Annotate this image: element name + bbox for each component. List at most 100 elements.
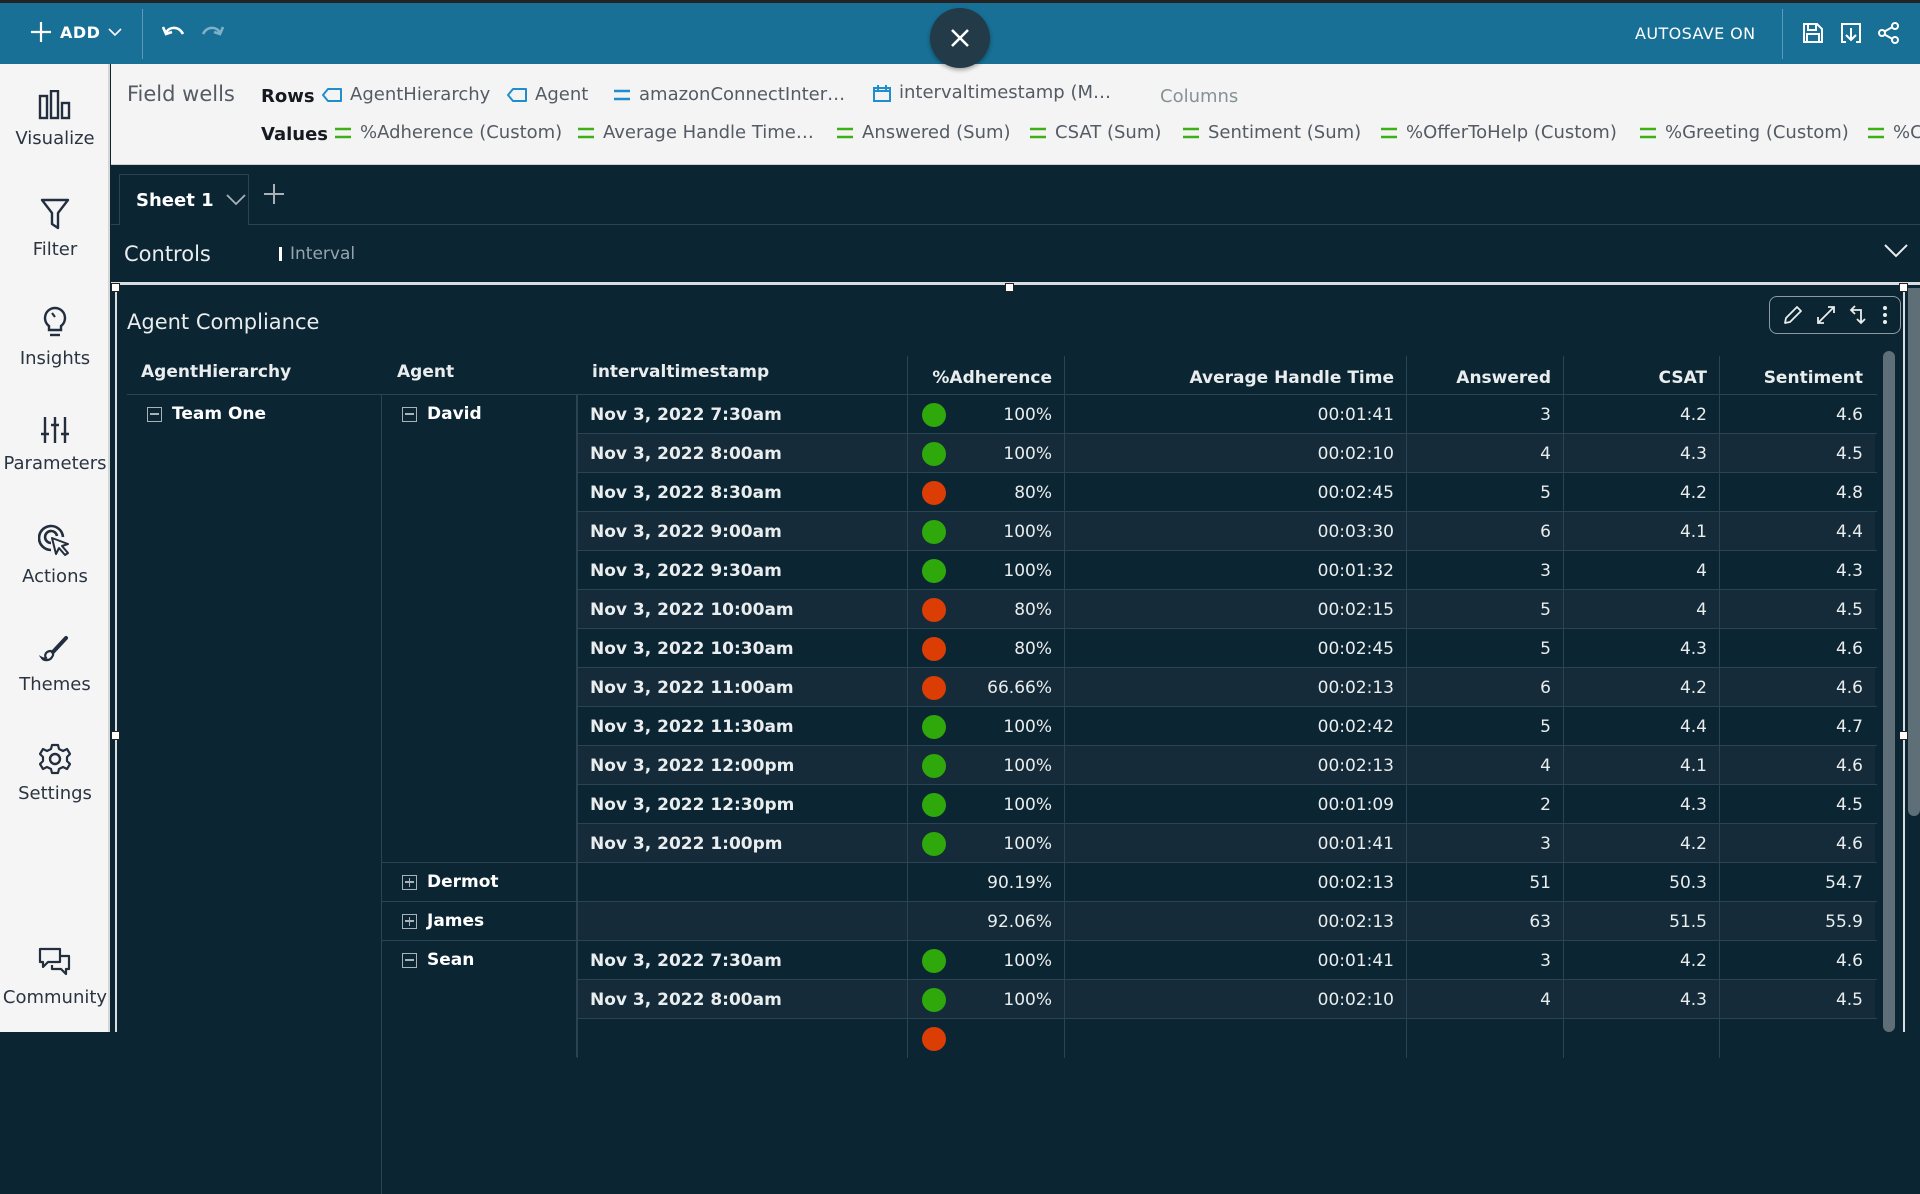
values-chip[interactable]: %Greeting (Custom) <box>1639 122 1849 143</box>
collapse-icon[interactable] <box>402 407 417 422</box>
answered-cell: 6 <box>1406 668 1563 707</box>
header-intervaltimestamp[interactable]: intervaltimestamp <box>592 362 769 382</box>
values-chip[interactable]: %Adherence (Custom) <box>334 122 562 143</box>
sidebar-item-community[interactable]: Community <box>0 947 110 1008</box>
collapse-icon[interactable] <box>402 953 417 968</box>
header-sentiment[interactable]: Sentiment <box>1719 356 1875 394</box>
header-aht[interactable]: Average Handle Time <box>1064 356 1406 394</box>
collapse-controls-button[interactable] <box>1884 243 1908 262</box>
timestamp-cell-text: Nov 3, 2022 12:30pm <box>590 795 794 815</box>
timestamp-cell: Nov 3, 2022 1:00pm <box>577 824 907 863</box>
drag-handle-icon[interactable] <box>279 247 282 261</box>
aht-cell: 00:02:13 <box>1064 746 1406 785</box>
agent-toggle-dermot[interactable]: Dermot <box>402 872 499 892</box>
sentiment-cell-text: 4.5 <box>1836 600 1863 620</box>
agent-toggle-james[interactable]: James <box>402 911 484 931</box>
adherence-cell: 92.06% <box>907 902 1064 941</box>
answered-cell-text: 5 <box>1540 639 1551 659</box>
rows-chip-label: AgentHierarchy <box>350 84 490 105</box>
save-button[interactable] <box>1802 22 1824 48</box>
sidebar-item-themes[interactable]: Themes <box>0 634 110 695</box>
undo-button[interactable] <box>162 23 186 45</box>
agent-compliance-visual[interactable]: Agent Compliance AgentHierarchy Agent in… <box>115 288 1905 1032</box>
measure-icon <box>613 89 631 101</box>
sidebar-item-visualize[interactable]: Visualize <box>0 90 110 149</box>
csat-cell: 4.3 <box>1563 980 1719 1019</box>
rows-chip-amazonconnect[interactable]: amazonConnectInter… <box>613 84 845 105</box>
autosave-status[interactable]: AUTOSAVE ON <box>1635 24 1756 43</box>
rows-chip-intervaltimestamp[interactable]: intervaltimestamp (M… <box>873 82 1111 103</box>
sentiment-cell: 4.6 <box>1719 746 1875 785</box>
resize-handle[interactable] <box>1899 283 1908 292</box>
aht-cell: 00:01:09 <box>1064 785 1406 824</box>
answered-cell: 3 <box>1406 824 1563 863</box>
answered-cell: 4 <box>1406 746 1563 785</box>
sidebar-item-actions[interactable]: Actions <box>0 524 110 587</box>
expand-button[interactable] <box>1816 305 1836 325</box>
redo-button[interactable] <box>200 23 224 45</box>
sentiment-cell-text: 4.6 <box>1836 405 1863 425</box>
values-chip[interactable]: Average Handle Time… <box>577 122 814 143</box>
plus-icon <box>263 183 285 205</box>
resize-handle[interactable] <box>1899 731 1908 740</box>
sidebar-item-insights[interactable]: Insights <box>0 306 110 369</box>
adherence-cell-text: 100% <box>1003 444 1052 464</box>
field-wells: Field wells Rows AgentHierarchy Agent am… <box>111 64 1920 165</box>
edit-icon <box>1783 305 1803 325</box>
header-agenthierarchy[interactable]: AgentHierarchy <box>141 362 291 382</box>
columns-well-label[interactable]: Columns <box>1160 86 1238 107</box>
table-row: Nov 3, 2022 11:30am100%00:02:4254.44.7 <box>577 706 1877 745</box>
rows-chip-agenthierarchy[interactable]: AgentHierarchy <box>322 84 490 105</box>
csat-cell: 4.3 <box>1563 785 1719 824</box>
agent-toggle-sean[interactable]: Sean <box>402 950 474 970</box>
add-sheet-button[interactable] <box>263 183 285 209</box>
answered-cell <box>1406 1019 1563 1058</box>
tab-sheet-1[interactable]: Sheet 1 <box>119 174 249 225</box>
measure-icon <box>1380 127 1398 139</box>
header-csat[interactable]: CSAT <box>1563 356 1719 394</box>
values-chip[interactable]: %OfferToHelp (Custom) <box>1380 122 1617 143</box>
values-chip[interactable]: CSAT (Sum) <box>1029 122 1161 143</box>
visual-title: Agent Compliance <box>127 310 319 334</box>
collapse-icon[interactable] <box>147 407 162 422</box>
swap-button[interactable] <box>1849 305 1869 325</box>
expand-icon[interactable] <box>402 875 417 890</box>
export-button[interactable] <box>1840 22 1862 48</box>
aht-cell-text: 00:02:13 <box>1318 873 1394 893</box>
sidebar-item-filter[interactable]: Filter <box>0 197 110 260</box>
resize-handle[interactable] <box>111 731 120 740</box>
timestamp-cell: Nov 3, 2022 11:30am <box>577 707 907 746</box>
share-button[interactable] <box>1878 22 1900 48</box>
add-button[interactable]: ADD <box>30 21 122 43</box>
values-chip[interactable]: %C <box>1867 122 1920 143</box>
values-chip[interactable]: Sentiment (Sum) <box>1182 122 1361 143</box>
aht-cell-text: 00:02:13 <box>1318 912 1394 932</box>
agent-toggle-david[interactable]: David <box>402 404 482 424</box>
csat-cell <box>1563 1019 1719 1058</box>
timestamp-cell-text: Nov 3, 2022 11:30am <box>590 717 794 737</box>
resize-handle[interactable] <box>111 283 120 292</box>
left-sidebar: Visualize Filter Insights Parameters Act… <box>0 64 110 1032</box>
close-button[interactable] <box>930 8 990 68</box>
header-answered[interactable]: Answered <box>1406 356 1563 394</box>
header-adherence[interactable]: %Adherence <box>907 356 1064 394</box>
sidebar-item-settings[interactable]: Settings <box>0 743 110 804</box>
expand-icon[interactable] <box>402 914 417 929</box>
values-chip[interactable]: Answered (Sum) <box>836 122 1011 143</box>
csat-cell: 4.3 <box>1563 629 1719 668</box>
more-options-button[interactable] <box>1882 305 1888 325</box>
resize-handle[interactable] <box>1005 283 1014 292</box>
chevron-down-icon[interactable] <box>226 194 246 206</box>
rows-chip-agent[interactable]: Agent <box>507 84 588 105</box>
field-wells-title[interactable]: Field wells <box>127 82 235 106</box>
table-scrollbar[interactable] <box>1883 351 1895 1032</box>
header-agent[interactable]: Agent <box>397 362 454 382</box>
edit-button[interactable] <box>1783 305 1803 325</box>
sidebar-item-parameters[interactable]: Parameters <box>0 415 110 474</box>
sidebar-item-label: Themes <box>19 674 90 695</box>
page-scrollbar[interactable] <box>1908 288 1920 816</box>
group-toggle-team-one[interactable]: Team One <box>147 404 266 424</box>
answered-cell-text: 5 <box>1540 600 1551 620</box>
control-interval[interactable]: Interval <box>279 244 355 264</box>
aht-cell: 00:01:41 <box>1064 824 1406 863</box>
